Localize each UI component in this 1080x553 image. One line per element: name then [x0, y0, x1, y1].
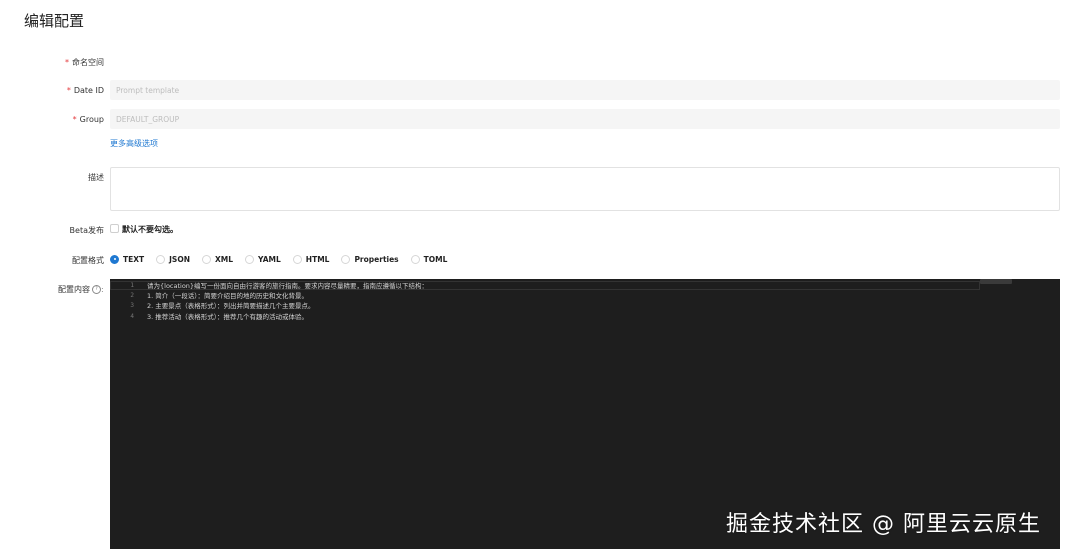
description-label: 描述 [88, 173, 104, 182]
line-number: 4 [130, 312, 134, 320]
radio-icon [341, 254, 351, 264]
format-option-json[interactable]: JSON [156, 254, 190, 264]
code-text: 请为{location}编写一份面向自由行游客的旅行指南。要求内容尽量精要，指南… [147, 282, 429, 290]
group-label: * Group [72, 115, 104, 124]
code-text: 1. 简介（一段话）：简要介绍目的地的历史和文化背景。 [147, 292, 309, 300]
code-line: 4 3. 推荐活动（表格形式）：推荐几个有趣的活动或体验。 [110, 311, 309, 322]
code-text: 3. 推荐活动（表格形式）：推荐几个有趣的活动或体验。 [147, 313, 309, 321]
page-title: 编辑配置 [24, 12, 85, 30]
help-icon[interactable]: ? [92, 285, 101, 294]
radio-icon [202, 254, 211, 264]
beta-checkbox[interactable] [110, 224, 119, 233]
data-id-label: * Date ID [66, 86, 104, 95]
minimap[interactable] [980, 279, 1012, 284]
format-option-html[interactable]: HTML [292, 254, 329, 264]
required-mark: * [72, 115, 77, 124]
data-id-input[interactable] [110, 80, 1060, 100]
code-text: 2. 主要景点（表格形式）：列出并简要描述几个主要景点。 [147, 302, 315, 310]
line-number: 3 [130, 301, 134, 309]
format-label: 配置格式 [72, 256, 104, 265]
group-input[interactable] [110, 109, 1060, 129]
watermark: 掘金技术社区 @ 阿里云云原生 [726, 512, 1041, 537]
required-mark: * [66, 86, 71, 95]
code-line: 3 2. 主要景点（表格形式）：列出并简要描述几个主要景点。 [110, 300, 315, 311]
radio-icon [410, 254, 420, 264]
content-label: 配置内容 ? : [58, 285, 104, 294]
advanced-options-link[interactable]: 更多高级选项 [110, 138, 158, 149]
code-line: 1 请为{location}编写一份面向自由行游客的旅行指南。要求内容尽量精要，… [110, 280, 429, 291]
line-number: 1 [130, 281, 134, 289]
description-textarea[interactable] [110, 167, 1060, 211]
namespace-value [110, 52, 1060, 72]
required-mark: * [65, 58, 69, 67]
beta-label: Beta发布 [69, 226, 104, 235]
radio-icon [245, 254, 255, 264]
format-radio-group: TEXT JSON XML YAML HTML Properties TOML [110, 253, 459, 265]
format-option-yaml[interactable]: YAML [245, 254, 281, 264]
radio-checked-icon [110, 254, 119, 264]
code-line: 2 1. 简介（一段话）：简要介绍目的地的历史和文化背景。 [110, 290, 309, 301]
radio-icon [292, 254, 302, 264]
line-number: 2 [130, 291, 134, 299]
format-option-properties[interactable]: Properties [341, 254, 399, 264]
format-option-xml[interactable]: XML [202, 254, 233, 264]
radio-icon [156, 254, 166, 264]
beta-checkbox-text: 默认不要勾选。 [122, 225, 178, 234]
namespace-label: * 命名空间 [65, 58, 104, 67]
format-option-toml[interactable]: TOML [410, 254, 447, 264]
format-option-text[interactable]: TEXT [110, 254, 144, 264]
